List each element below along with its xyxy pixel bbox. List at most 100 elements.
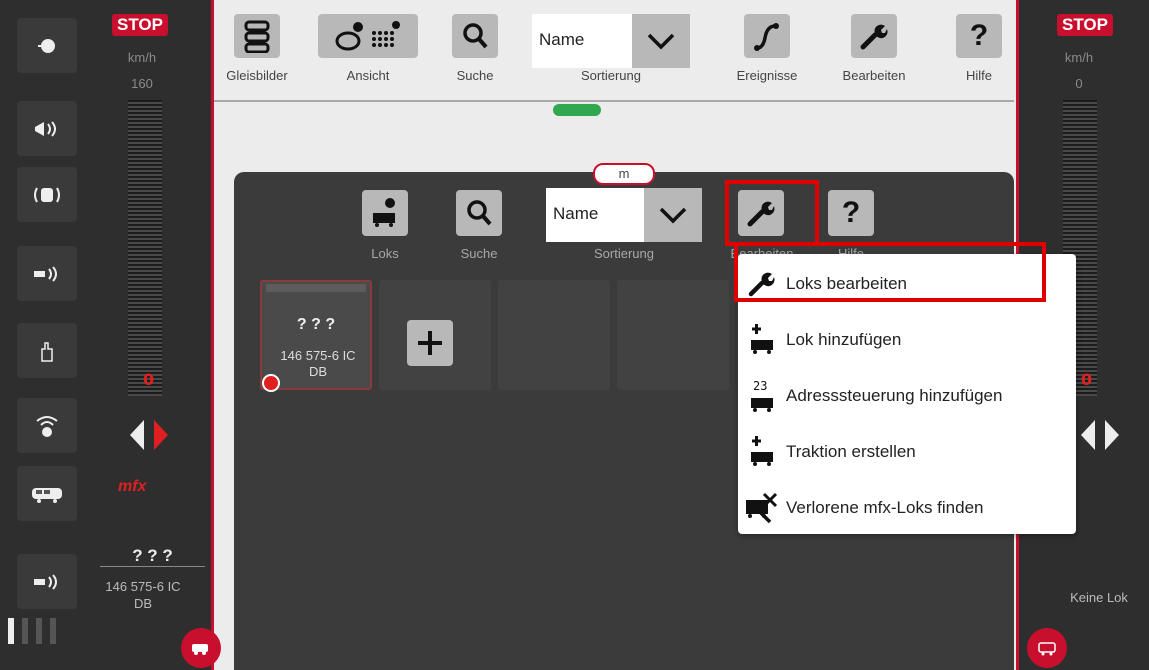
help-icon: ?: [969, 19, 989, 52]
stop-button[interactable]: STOP: [112, 14, 168, 36]
speed-unit: km/h: [127, 50, 157, 65]
gleisbilder-button[interactable]: [234, 14, 280, 58]
toolbar-divider: [214, 100, 1014, 102]
direction-toggle-right[interactable]: [1081, 418, 1127, 452]
horn2-icon: [34, 265, 57, 282]
bearbeiten-highlight: [725, 180, 819, 246]
empty-loco-slot: [498, 280, 610, 390]
locomotive-icon: [192, 644, 208, 655]
horn-icon: [35, 120, 56, 137]
menu-item-label: Adresssteuerung hinzufügen: [786, 386, 1003, 405]
ansicht-button[interactable]: [318, 14, 418, 58]
radio-cab-icon: [34, 187, 60, 202]
add-loco-slot[interactable]: [379, 280, 491, 390]
wifi-sound-button[interactable]: [17, 398, 77, 453]
stop-button-right[interactable]: STOP: [1057, 14, 1113, 36]
search-icon: [463, 23, 488, 49]
mfx-search-icon: [746, 492, 778, 524]
bearbeiten-label: Bearbeiten: [842, 68, 906, 83]
loco-card-header: [266, 284, 366, 292]
sort-select[interactable]: Name: [532, 14, 632, 68]
track-view-icon: [335, 22, 363, 51]
hilfe-button-main[interactable]: ?: [828, 190, 874, 236]
horn2-button[interactable]: [17, 246, 77, 301]
speed-value-top-right: 0: [1075, 76, 1083, 91]
grid-view-icon: [372, 21, 400, 47]
gleisbilder-label: Gleisbilder: [226, 68, 288, 83]
headlight-button[interactable]: [17, 18, 77, 73]
left-control-panel: STOP km/h 160 0 mfx ? ? ? 146 575-6 IC D…: [0, 0, 221, 670]
add-loco-button[interactable]: [407, 320, 453, 366]
track-layout-icon: [244, 20, 270, 53]
menu-item-traktion[interactable]: Traktion erstellen: [738, 424, 1076, 480]
loco-active-indicator: [262, 374, 280, 392]
headlight-icon: [38, 38, 55, 53]
address-control-icon: 23: [751, 379, 773, 412]
speed-slider[interactable]: [128, 100, 162, 396]
empty-loco-slot: [617, 280, 729, 390]
hand-button[interactable]: [17, 323, 77, 378]
direction-toggle[interactable]: [126, 418, 172, 452]
suche-button[interactable]: [452, 14, 498, 58]
loco-select-button-right[interactable]: [1027, 628, 1067, 668]
mfx-logo: mfx: [118, 478, 147, 495]
loks-bearbeiten-highlight: [734, 242, 1046, 302]
sortierung-label-main: Sortierung: [594, 246, 654, 261]
loco-card-desc: 146 575-6 IC DB: [280, 348, 356, 379]
wrench-icon: [860, 24, 888, 50]
event-curve-icon: [754, 23, 779, 51]
sort-dropdown-button-main[interactable]: [644, 188, 702, 242]
menu-item-label: Verlorene mfx-Loks finden: [786, 498, 984, 517]
loco-description: 146 575-6 IC DB: [105, 579, 181, 611]
speed-unit-right: km/h: [1064, 50, 1094, 65]
function-page-indicator[interactable]: [8, 618, 56, 644]
loco-select-button[interactable]: [181, 628, 221, 668]
horn3-button[interactable]: [17, 554, 77, 609]
menu-item-adresssteuerung[interactable]: 23 Adresssteuerung hinzufügen: [738, 368, 1076, 424]
suche-label-main: Suche: [460, 246, 498, 261]
chevron-down-icon: [647, 33, 675, 50]
wifi-sound-icon: [36, 415, 58, 437]
direction-arrows-icon: [1081, 420, 1119, 450]
hilfe-button[interactable]: ?: [956, 14, 1002, 58]
locomotive-view-icon: [373, 198, 395, 227]
plus-icon: [418, 331, 442, 355]
hilfe-label: Hilfe: [965, 68, 992, 83]
menu-item-label: Lok hinzufügen: [786, 330, 902, 349]
max-speed: 160: [131, 76, 153, 91]
menu-item-label: Traktion erstellen: [786, 442, 916, 461]
loco-name: ? ? ?: [100, 546, 205, 567]
sort-select-main[interactable]: Name: [546, 188, 644, 242]
railcar-icon: [32, 487, 62, 503]
help-icon: ?: [841, 196, 861, 229]
horn-button[interactable]: [17, 101, 77, 156]
loks-label: Loks: [371, 246, 399, 261]
drawer-tab-m[interactable]: m: [593, 163, 655, 185]
toolbar-drawer-handle[interactable]: [553, 104, 601, 116]
chevron-down-icon: [659, 207, 687, 224]
radio-cab-button[interactable]: [17, 167, 77, 222]
sort-dropdown-button[interactable]: [632, 14, 690, 68]
sortierung-label: Sortierung: [581, 68, 641, 83]
loco-card-name: ? ? ?: [296, 316, 336, 333]
bearbeiten-button[interactable]: [851, 14, 897, 58]
railcar-button[interactable]: [17, 466, 77, 521]
traction-icon: [751, 436, 773, 466]
hand-icon: [41, 341, 53, 362]
top-toolbar: Gleisbilder Ansicht Suche Name Sortierun…: [214, 0, 1016, 116]
loks-view-button[interactable]: [362, 190, 408, 236]
svg-text:23: 23: [753, 379, 767, 393]
speed-value-right: 0: [1081, 370, 1093, 389]
speed-value: 0: [143, 370, 155, 389]
loco-card[interactable]: ? ? ? 146 575-6 IC DB: [260, 280, 372, 392]
menu-item-verlorene-mfx[interactable]: Verlorene mfx-Loks finden: [738, 480, 1076, 536]
no-loco-label: Keine Lok: [1070, 590, 1128, 605]
menu-item-lok-hinzufuegen[interactable]: Lok hinzufügen: [738, 312, 1076, 368]
horn3-icon: [34, 573, 57, 590]
ansicht-label: Ansicht: [346, 68, 390, 83]
add-locomotive-icon: [751, 324, 773, 354]
direction-arrows-icon: [130, 420, 168, 450]
locomotive-outline-icon: [1038, 642, 1056, 656]
search-button-main[interactable]: [456, 190, 502, 236]
ereignisse-button[interactable]: [744, 14, 790, 58]
